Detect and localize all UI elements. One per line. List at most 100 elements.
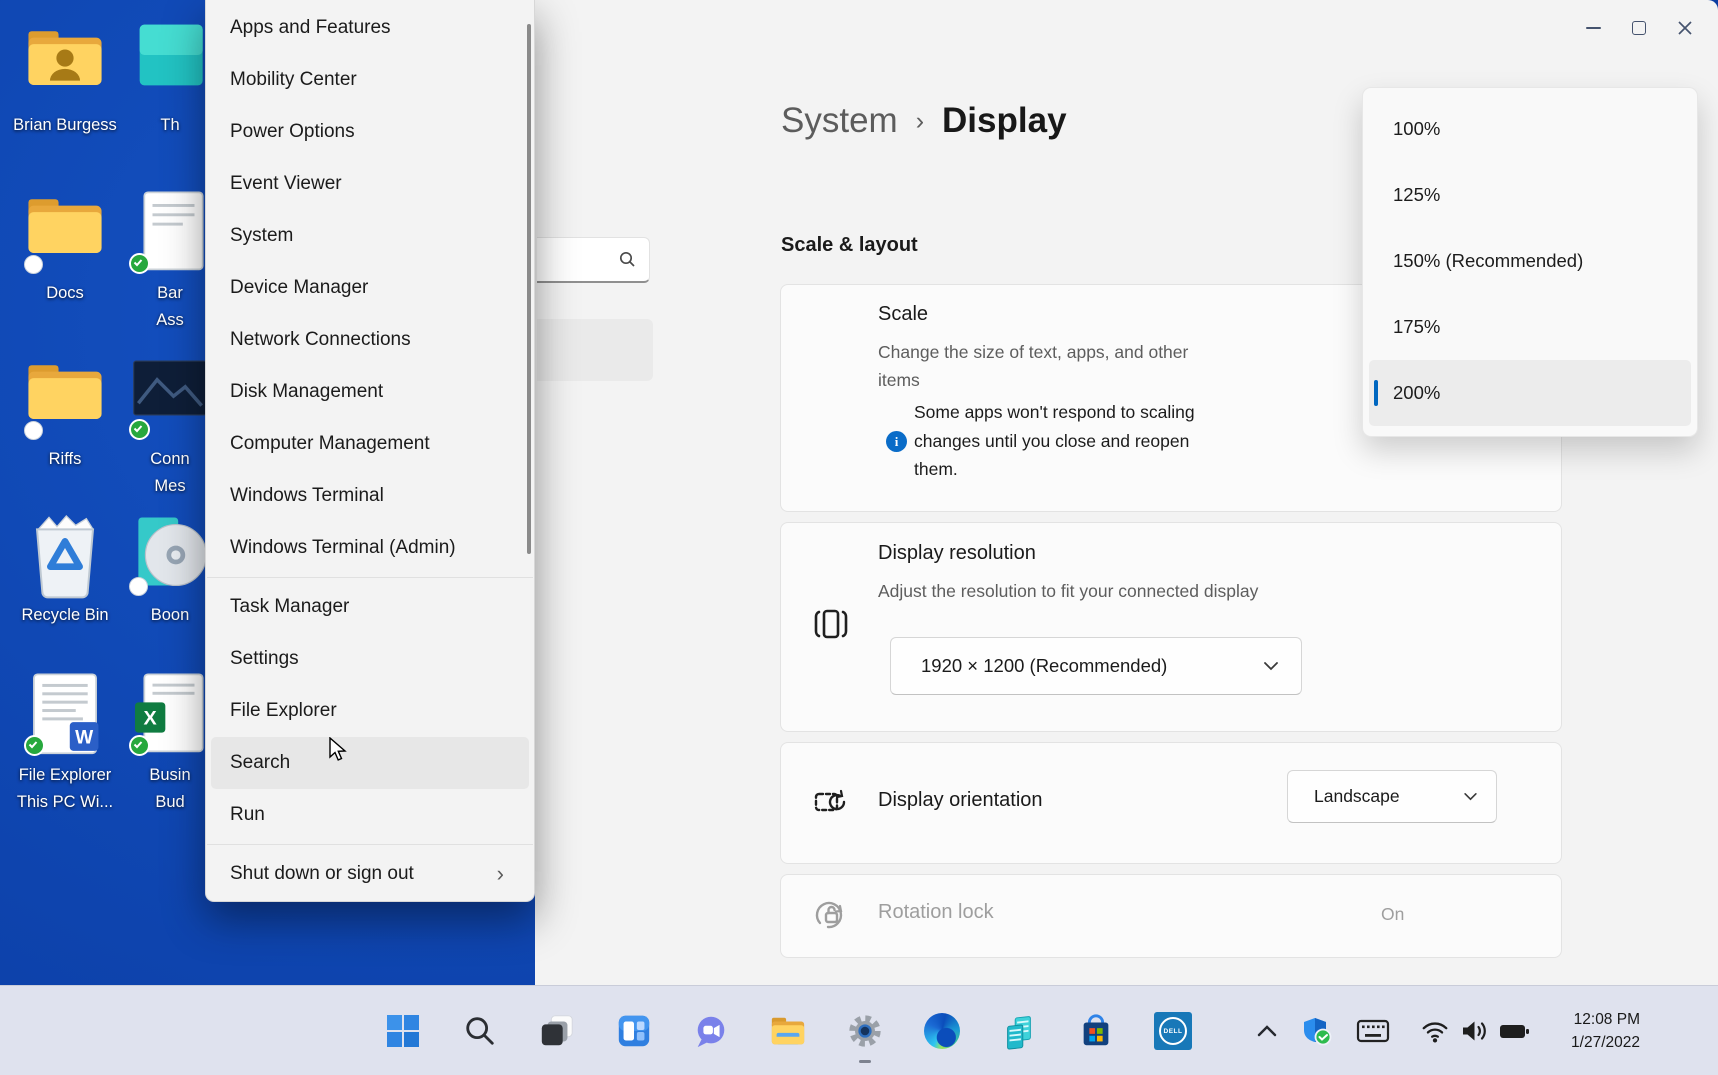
menu-item-system[interactable]: System <box>211 210 529 262</box>
menu-item-search[interactable]: Search <box>211 737 529 789</box>
task-view-icon <box>541 1015 573 1046</box>
chevron-up-icon <box>1257 1025 1277 1037</box>
chat-button[interactable] <box>691 1011 731 1051</box>
resolution-value: 1920 × 1200 (Recommended) <box>921 655 1168 676</box>
menu-item-mobility-center[interactable]: Mobility Center <box>211 54 529 106</box>
tray-touch-keyboard[interactable] <box>1356 986 1390 1075</box>
menu-item-event-viewer[interactable]: Event Viewer <box>211 158 529 210</box>
start-button[interactable] <box>383 1011 423 1051</box>
scale-option-200-selected[interactable]: 200% <box>1369 360 1691 426</box>
maximize-icon <box>1632 21 1646 35</box>
settings-gear-icon <box>849 1015 881 1047</box>
tray-volume[interactable] <box>1459 986 1489 1075</box>
scale-option-100[interactable]: 100% <box>1363 96 1697 162</box>
scale-description: Change the size of text, apps, and other… <box>878 342 1189 390</box>
tray-security-shield[interactable] <box>1302 986 1332 1075</box>
sync-check-badge <box>129 735 150 756</box>
menu-item-windows-terminal[interactable]: Windows Terminal <box>211 470 529 522</box>
sync-check-badge <box>129 253 150 274</box>
server-stacks-icon <box>1007 1016 1031 1050</box>
dell-app-button[interactable]: DELL <box>1153 1011 1193 1051</box>
display-orientation-icon <box>814 789 846 812</box>
display-resolution-icon <box>814 609 848 639</box>
edge-button[interactable] <box>922 1011 962 1051</box>
orientation-select[interactable]: Landscape <box>1287 770 1497 823</box>
task-view-button[interactable] <box>537 1011 577 1051</box>
submenu-chevron-icon: › <box>496 861 504 886</box>
menu-item-computer-management[interactable]: Computer Management <box>211 418 529 470</box>
resolution-title: Display resolution <box>878 542 1036 564</box>
windows-11-desktop: Brian Burgess Docs Riffs Recycle Bin W F… <box>0 0 1718 1075</box>
chat-icon <box>697 1016 725 1048</box>
scale-option-150[interactable]: 150% (Recommended) <box>1363 228 1697 294</box>
scale-option-125[interactable]: 125% <box>1363 162 1697 228</box>
folder-icon <box>28 365 102 419</box>
menu-item-settings[interactable]: Settings <box>211 633 529 685</box>
tray-battery[interactable] <box>1498 986 1530 1075</box>
onedrive-sync-badge <box>129 577 148 596</box>
widgets-button[interactable] <box>614 1011 654 1051</box>
onedrive-sync-badge <box>24 421 43 440</box>
menu-item-disk-management[interactable]: Disk Management <box>211 366 529 418</box>
menu-item-file-explorer[interactable]: File Explorer <box>211 685 529 737</box>
battery-icon <box>1500 1025 1529 1038</box>
image-file-icon <box>133 360 207 416</box>
winx-menu: Apps and Features Mobility Center Power … <box>205 0 535 902</box>
scale-option-175[interactable]: 175% <box>1363 294 1697 360</box>
close-icon <box>1678 21 1692 35</box>
dell-icon: DELL <box>1154 1012 1192 1050</box>
menu-item-shut-down-or-sign-out[interactable]: Shut down or sign out › <box>211 848 529 900</box>
clock-time: 12:08 PM <box>1573 1011 1640 1028</box>
tray-clock[interactable]: 12:08 PM 1/27/2022 <box>1545 986 1640 1075</box>
section-title: Scale & layout <box>781 234 918 256</box>
menu-item-run[interactable]: Run <box>211 789 529 841</box>
rotation-lock-title: Rotation lock <box>878 901 994 923</box>
close-button[interactable] <box>1662 6 1708 50</box>
taskbar: DELL 12:08 PM 1/27/2022 <box>0 985 1718 1075</box>
menu-item-apps-and-features[interactable]: Apps and Features <box>211 2 529 54</box>
microsoft-store-button[interactable] <box>1076 1011 1116 1051</box>
chevron-down-icon <box>1264 662 1278 671</box>
security-shield-icon <box>1304 1018 1332 1046</box>
search-icon <box>619 251 635 267</box>
breadcrumb-system[interactable]: System <box>781 101 898 141</box>
speaker-icon <box>1463 1021 1486 1041</box>
microsoft-store-icon <box>1083 1014 1109 1046</box>
svg-text:X: X <box>144 708 158 730</box>
menu-item-network-connections[interactable]: Network Connections <box>211 314 529 366</box>
page-title: Display <box>942 101 1067 140</box>
settings-button[interactable] <box>845 1011 885 1051</box>
taskbar-search-button[interactable] <box>460 1011 500 1051</box>
sync-check-badge <box>24 735 45 756</box>
clock-date: 1/27/2022 <box>1571 1034 1640 1051</box>
wifi-icon <box>1422 1022 1448 1043</box>
menu-item-device-manager[interactable]: Device Manager <box>211 262 529 314</box>
info-icon: i <box>886 431 907 452</box>
tray-wifi[interactable] <box>1420 986 1450 1075</box>
minimize-button[interactable] <box>1570 6 1616 50</box>
tray-chevron-up[interactable] <box>1254 986 1280 1075</box>
taskbar-apps: DELL <box>383 986 1193 1075</box>
menu-item-windows-terminal-admin[interactable]: Windows Terminal (Admin) <box>211 522 529 574</box>
file-explorer-icon <box>771 1017 805 1045</box>
menu-item-power-options[interactable]: Power Options <box>211 106 529 158</box>
resolution-select[interactable]: 1920 × 1200 (Recommended) <box>890 637 1302 695</box>
scale-title: Scale <box>878 303 929 325</box>
file-explorer-button[interactable] <box>768 1011 808 1051</box>
app-tile-icon <box>139 24 203 86</box>
breadcrumb-chevron-icon: › <box>915 107 925 135</box>
menu-item-task-manager[interactable]: Task Manager <box>211 581 529 633</box>
mouse-cursor <box>329 737 347 761</box>
settings-search-input[interactable] <box>537 237 650 283</box>
minimize-icon <box>1585 27 1601 29</box>
menu-separator <box>207 844 533 845</box>
sidebar-item-selected[interactable] <box>537 319 653 381</box>
maximize-button[interactable] <box>1616 6 1662 50</box>
menu-scrollbar[interactable] <box>527 24 531 554</box>
chevron-down-icon <box>1464 792 1477 801</box>
rotation-lock-state: On <box>1381 904 1405 924</box>
onedrive-sync-badge <box>24 255 43 274</box>
server-stacks-app-button[interactable] <box>999 1011 1039 1051</box>
search-icon <box>466 1017 494 1045</box>
selected-accent-bar <box>1374 380 1378 406</box>
